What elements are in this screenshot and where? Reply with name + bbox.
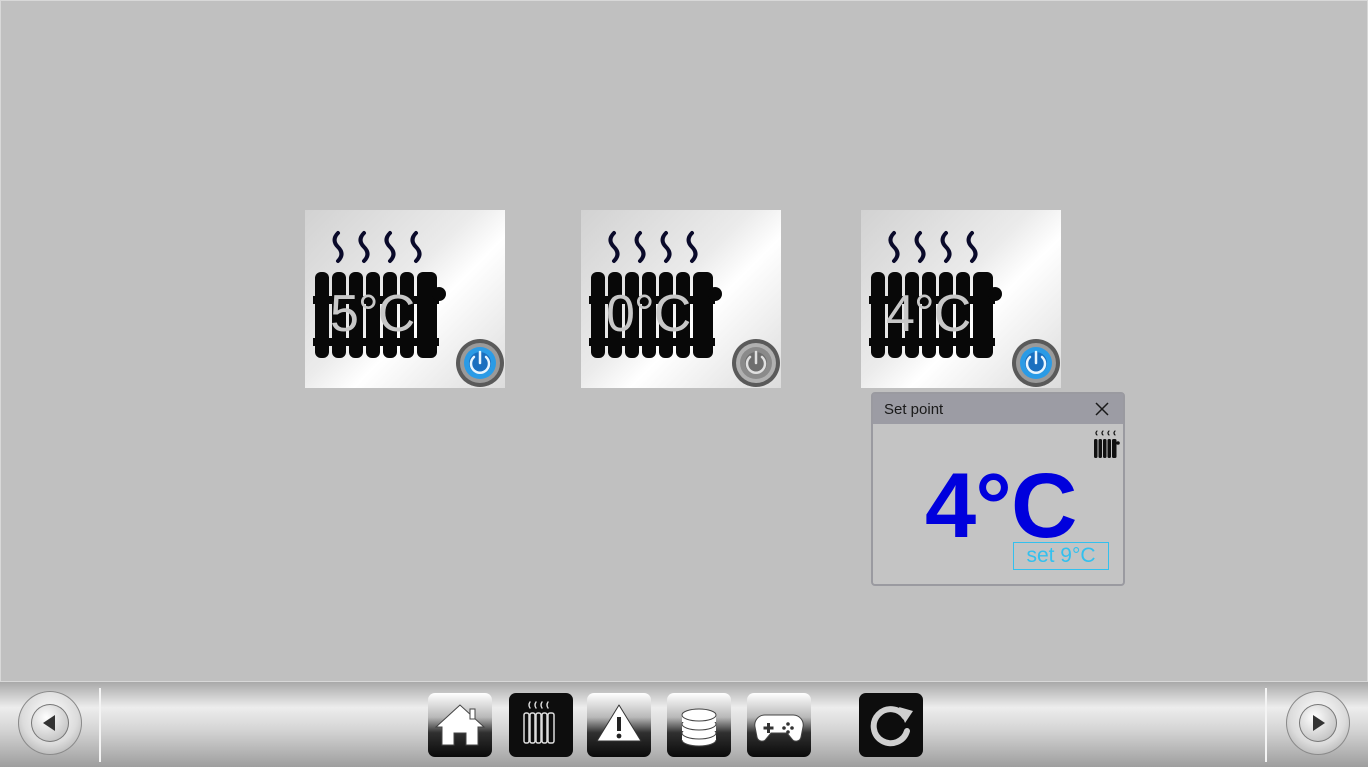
radiator-tile-1[interactable]: 5°C	[305, 210, 505, 388]
warning-icon	[596, 704, 642, 742]
radiator-icon	[1094, 430, 1120, 458]
radiator-tile-2[interactable]: 0°C	[581, 210, 781, 388]
games-button[interactable]	[747, 693, 811, 757]
tile-temperature: 4°C	[886, 285, 971, 343]
back-button[interactable]	[18, 691, 82, 755]
radiator-button[interactable]	[509, 693, 573, 757]
current-temperature: 4°C	[925, 455, 1077, 557]
refresh-icon	[870, 706, 913, 747]
divider	[99, 688, 101, 762]
popup-title: Set point	[884, 401, 944, 418]
divider	[1265, 688, 1267, 762]
refresh-button[interactable]	[859, 693, 923, 757]
popup-header: Set point	[873, 394, 1123, 424]
power-button[interactable]	[455, 338, 505, 388]
database-icon	[681, 708, 717, 747]
setpoint-button[interactable]: set 9°C	[1013, 542, 1109, 570]
gamepad-icon	[754, 714, 804, 742]
home-button[interactable]	[428, 693, 492, 757]
close-icon[interactable]	[1095, 402, 1109, 416]
tile-temperature: 5°C	[330, 285, 415, 343]
radiator-icon	[523, 701, 555, 744]
bottom-toolbar	[0, 682, 1368, 767]
forward-arrow-icon	[1313, 715, 1325, 731]
forward-button[interactable]	[1286, 691, 1350, 755]
power-button[interactable]	[731, 338, 781, 388]
power-button[interactable]	[1011, 338, 1061, 388]
alerts-button[interactable]	[587, 693, 651, 757]
setpoint-popup: Set point 4°C set 9°C	[871, 392, 1125, 586]
home-icon	[434, 704, 486, 746]
tile-temperature: 0°C	[606, 285, 691, 343]
database-button[interactable]	[667, 693, 731, 757]
radiator-tile-3[interactable]: 4°C	[861, 210, 1061, 388]
back-arrow-icon	[43, 715, 55, 731]
